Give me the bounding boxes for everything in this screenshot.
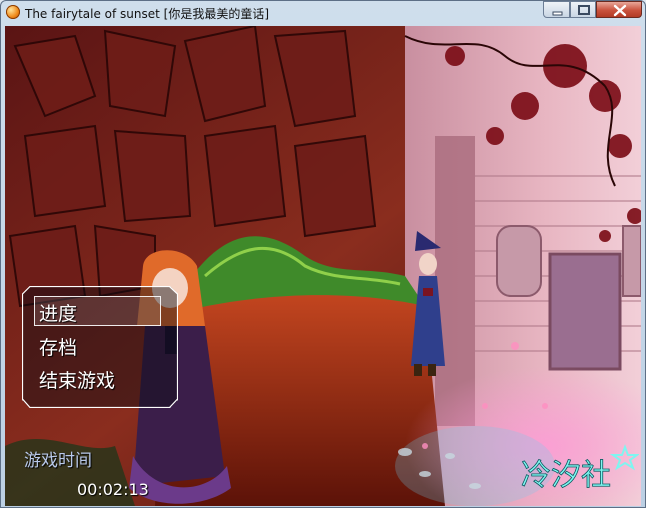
menu-item-end-game[interactable]: 结束游戏 [39,366,115,393]
scene-illustration [5,26,641,506]
studio-logo: 冷汐社 [517,438,641,500]
minimize-button[interactable] [543,1,570,18]
menu-item-save[interactable]: 存档 [39,333,77,360]
playtime-value: 00:02:13 [77,480,149,499]
minimize-icon [552,11,563,16]
logo-text: 冷汐社 [521,458,611,493]
star-icon [609,444,641,471]
window-title: The fairytale of sunset [你是我最美的童话] [25,7,270,21]
game-viewport[interactable]: 进度 存档 结束游戏 游戏时间 00:02:13 冷汐社 [5,26,641,506]
playtime-label: 游戏时间 [24,451,92,471]
title-bar[interactable]: The fairytale of sunset [你是我最美的童话] [1,1,645,25]
app-icon [6,5,20,19]
menu-list: 进度 存档 结束游戏 [22,286,178,408]
maximize-icon [578,5,590,15]
menu-item-load[interactable]: 进度 [39,299,77,326]
close-icon [613,4,627,17]
maximize-button[interactable] [570,1,596,18]
game-window: The fairytale of sunset [你是我最美的童话] 进度 存档… [0,0,646,508]
close-button[interactable] [596,1,642,18]
